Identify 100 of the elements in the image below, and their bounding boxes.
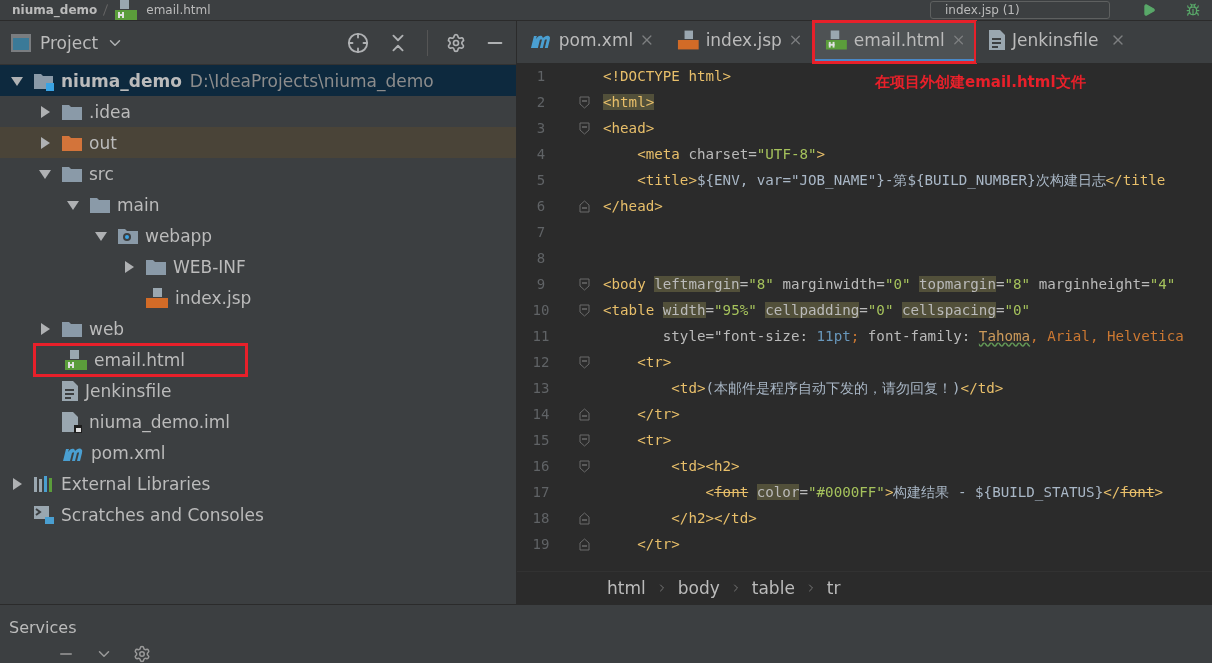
breadcrumb-item[interactable]: niuma_demo [12, 3, 98, 17]
html-file-icon [114, 0, 139, 21]
file-name: niuma_demo [61, 70, 182, 91]
breadcrumb-item[interactable]: body [677, 578, 720, 598]
collapsed-arrow-icon[interactable] [38, 104, 52, 119]
fold-marker-icon[interactable] [578, 407, 590, 421]
line-number: 10 [531, 302, 551, 318]
code-line: <body leftmargin="8" marginwidth="0" topmargin="8" marginheight="4" [603, 276, 1176, 292]
collapsed-arrow-icon[interactable] [38, 135, 52, 150]
line-number: 9 [535, 276, 547, 292]
document-icon [61, 379, 79, 402]
annotation-note: 在项目外创建email.html文件 [875, 73, 1086, 92]
file-name: src [89, 163, 114, 184]
code-line: <table width="95%" cellpadding="0" cellspacing="0" [603, 302, 1031, 318]
tree-item[interactable]: webapp [0, 220, 516, 251]
project-window-icon [10, 32, 32, 53]
jsp-file-icon [145, 286, 169, 309]
line-number: 13 [531, 380, 551, 396]
tree-item[interactable]: pom.xml [0, 437, 516, 468]
collapsed-arrow-icon[interactable] [10, 476, 24, 491]
tree-item[interactable]: niuma_demo.iml [0, 406, 516, 437]
code-line: <title>${ENV, var="JOB_NAME"}-第${BUILD_NUMBER}次构建日志</title [636, 170, 1166, 190]
breadcrumb-item[interactable]: table [751, 578, 795, 598]
tree-item[interactable]: .idea [0, 96, 516, 127]
fold-marker-icon[interactable] [578, 277, 590, 291]
fold-marker-icon[interactable] [578, 121, 590, 135]
fold-marker-icon[interactable] [578, 355, 590, 369]
tree-item[interactable]: WEB-INF [0, 251, 516, 282]
breadcrumb-item[interactable]: tr [826, 578, 841, 598]
code-line: <td><h2> [670, 458, 740, 474]
line-number: 4 [535, 146, 547, 162]
run-configuration-dropdown[interactable]: index.jsp (1) [930, 1, 1110, 19]
jsp-file-icon [677, 29, 700, 51]
folder-icon [61, 164, 83, 183]
tree-item[interactable]: Scratches and Consoles [0, 499, 516, 530]
tree-item[interactable]: out [0, 127, 516, 158]
code-line: </tr> [636, 536, 680, 552]
tree-item[interactable]: src [0, 158, 516, 189]
tree-item[interactable]: web [0, 313, 516, 344]
line-number: 8 [535, 250, 547, 266]
line-number: 11 [531, 328, 551, 344]
file-name: email.html [94, 349, 185, 370]
file-name: External Libraries [61, 473, 211, 494]
code-line: <!DOCTYPE html> [603, 68, 732, 84]
code-line: <tr> [636, 432, 672, 448]
line-number: 5 [535, 172, 547, 188]
locate-icon[interactable] [347, 31, 369, 54]
toolbar-icon[interactable] [133, 645, 151, 663]
fold-marker-icon[interactable] [578, 199, 590, 213]
code-line: </tr> [636, 406, 680, 422]
line-number: 15 [531, 432, 551, 448]
tree-item[interactable]: Jenkinsfile [0, 375, 516, 406]
folder-icon [61, 133, 83, 152]
tree-item[interactable]: email.html [0, 344, 516, 375]
run-icon[interactable] [1142, 3, 1156, 17]
file-name: web [89, 318, 125, 339]
code-line: style="font-size: 11pt; font-family: Tahoma, Arial, Helvetica [661, 328, 1184, 344]
code-line: <font color="#0000FF">构建结果 - ${BUILD_STATUS}</font> [704, 482, 1163, 502]
tree-item[interactable]: index.jsp [0, 282, 516, 313]
file-name: .idea [89, 101, 131, 122]
code-line: <tr> [636, 354, 672, 370]
file-name: index.jsp [175, 287, 252, 308]
code-line: <meta charset="UTF-8"> [636, 146, 826, 162]
line-number: 6 [535, 198, 547, 214]
collapsed-arrow-icon[interactable] [38, 321, 52, 336]
project-path: D:\IdeaProjects\niuma_demo [189, 70, 434, 91]
file-name: pom.xml [91, 442, 166, 463]
html-file-icon [825, 29, 848, 51]
html-file-icon [64, 348, 88, 371]
folder-icon [61, 102, 83, 121]
fold-marker-icon[interactable] [578, 511, 590, 525]
panel-title[interactable]: Services [9, 618, 1212, 637]
debug-icon[interactable] [1186, 3, 1200, 17]
line-number: 12 [531, 354, 551, 370]
line-number: 19 [531, 536, 551, 552]
line-number: 17 [531, 484, 551, 500]
fold-marker-icon[interactable] [578, 433, 590, 447]
line-number: 7 [535, 224, 547, 240]
breadcrumb-item[interactable]: html [607, 578, 646, 598]
line-number: 14 [531, 406, 551, 422]
line-number: 2 [535, 94, 547, 110]
breadcrumb-item[interactable]: email.html [146, 3, 211, 17]
fold-marker-icon[interactable] [578, 95, 590, 109]
collapsed-arrow-icon[interactable] [122, 259, 136, 274]
folder-icon [145, 257, 167, 276]
panel-title[interactable]: Project [40, 32, 99, 53]
editor-tab[interactable]: email.html [813, 21, 976, 63]
fold-marker-icon[interactable] [578, 303, 590, 317]
line-number: 16 [531, 458, 551, 474]
fold-marker-icon[interactable] [578, 537, 590, 551]
line-number: 3 [535, 120, 547, 136]
line-number: 1 [535, 68, 547, 84]
document-icon [988, 29, 1006, 51]
tree-item[interactable]: main [0, 189, 516, 220]
tree-item[interactable]: External Libraries [0, 468, 516, 499]
settings-icon[interactable] [446, 32, 466, 53]
fold-marker-icon[interactable] [578, 459, 590, 473]
file-name: main [117, 194, 160, 215]
tree-item[interactable]: niuma_demo D:\IdeaProjects\niuma_demo [0, 65, 516, 96]
code-line: <head> [603, 120, 655, 136]
